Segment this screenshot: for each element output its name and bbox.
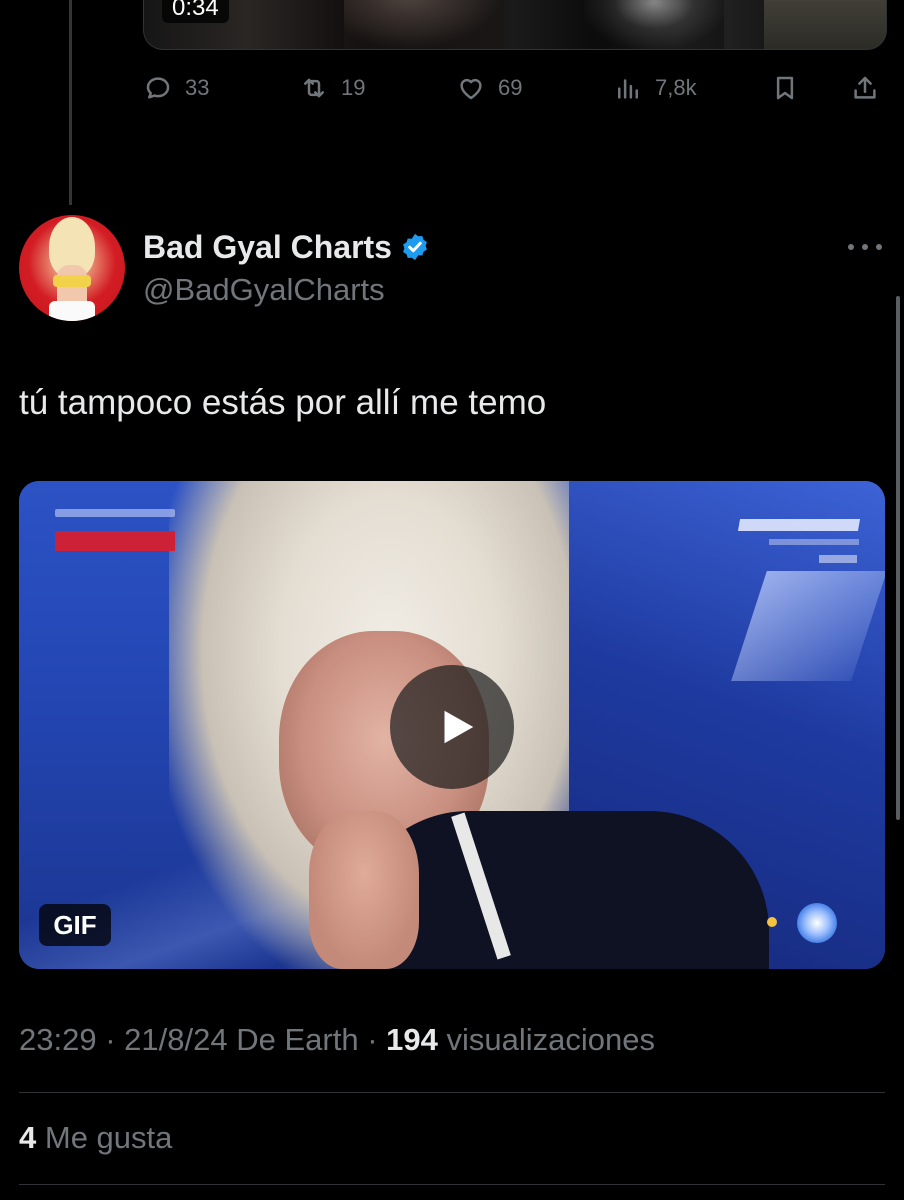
share-icon: [854, 76, 876, 99]
scrollbar[interactable]: [896, 296, 900, 820]
repost-button[interactable]: 19: [299, 66, 365, 110]
play-button[interactable]: [390, 665, 514, 789]
like-icon: [460, 78, 482, 100]
likes-label: Me gusta: [44, 1120, 173, 1155]
views-button[interactable]: 7,8k: [613, 66, 697, 110]
video-frame-detail: [764, 0, 886, 49]
tweet-date[interactable]: 21/8/24: [124, 1022, 227, 1057]
video-frame-detail: [344, 0, 504, 49]
repost-icon: [304, 78, 324, 98]
play-icon: [444, 710, 474, 744]
video-duration-badge: 0:34: [162, 0, 229, 23]
tweet-text: tú tampoco estás por allí me temo: [19, 383, 547, 422]
likes-count-total: 4: [19, 1120, 37, 1155]
verified-badge-icon[interactable]: [400, 232, 430, 262]
more-dot: [862, 244, 868, 250]
tweet-source: De Earth: [236, 1022, 359, 1057]
broadcast-overlay: [55, 509, 175, 517]
tweet-gif-media[interactable]: GIF: [19, 481, 885, 969]
tweet-time[interactable]: 23:29: [19, 1022, 97, 1057]
gif-frame-subject: [309, 811, 419, 969]
previous-tweet-video[interactable]: 0:34: [143, 0, 887, 50]
avatar-figure: [49, 301, 95, 321]
views-icon: [618, 79, 638, 99]
broadcast-overlay: [737, 519, 861, 531]
display-name[interactable]: Bad Gyal Charts: [143, 229, 392, 266]
more-options-icon[interactable]: [848, 232, 882, 262]
like-button[interactable]: 69: [456, 66, 522, 110]
tweet-detail-page: 0:34 33 19 69 7,8k Bad Gyal Charts @BadG…: [0, 0, 904, 1200]
avatar-figure: [53, 275, 91, 287]
likes-summary[interactable]: 4 Me gusta: [19, 1120, 172, 1156]
video-frame-detail: [584, 0, 724, 49]
divider: [19, 1184, 885, 1185]
gif-badge: GIF: [39, 904, 111, 946]
divider: [19, 1092, 885, 1093]
views-label: visualizaciones: [446, 1022, 656, 1057]
more-dot: [876, 244, 882, 250]
views-count: 7,8k: [655, 75, 697, 100]
tweet-metadata: 23:29 · 21/8/24 De Earth · 194 visualiza…: [19, 1022, 655, 1058]
author-handle[interactable]: @BadGyalCharts: [143, 272, 385, 308]
previous-tweet-action-bar: 33 19 69 7,8k: [143, 66, 885, 110]
meta-separator: ·: [105, 1022, 116, 1057]
thread-connector-line: [69, 0, 72, 205]
repost-count: 19: [341, 75, 366, 100]
bookmark-button[interactable]: [770, 66, 800, 110]
broadcast-live-tag: [55, 531, 175, 551]
reply-button[interactable]: 33: [143, 66, 209, 110]
views-count-total: 194: [386, 1022, 438, 1057]
reply-count: 33: [185, 75, 210, 100]
author-name-row: Bad Gyal Charts: [143, 226, 430, 268]
more-dot: [848, 244, 854, 250]
channel-logo: [767, 917, 777, 927]
avatar[interactable]: [19, 215, 125, 321]
meta-separator: ·: [367, 1022, 378, 1057]
share-button[interactable]: [850, 66, 880, 110]
reply-icon: [146, 77, 170, 99]
like-count: 69: [498, 75, 523, 100]
bookmark-icon: [776, 76, 794, 100]
broadcast-overlay: [769, 539, 859, 545]
channel-logo: [797, 903, 837, 943]
broadcast-overlay: [819, 555, 857, 563]
